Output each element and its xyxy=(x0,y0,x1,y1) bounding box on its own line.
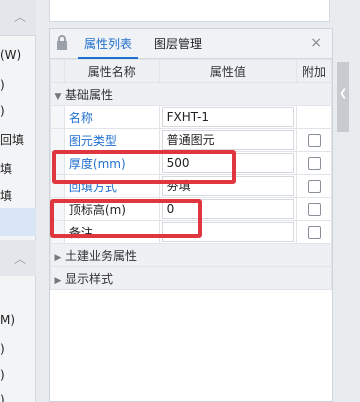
tab-property-list[interactable]: 属性列表 xyxy=(78,29,139,59)
panel-tab-bar: 属性列表 图层管理 × xyxy=(50,29,332,59)
add-checkbox[interactable] xyxy=(307,202,321,216)
property-name[interactable]: 图元类型 xyxy=(65,134,117,148)
left-item[interactable]: (W) xyxy=(0,48,21,62)
group-label: 显示样式 xyxy=(65,271,114,286)
chevron-up-icon: ︿ xyxy=(14,252,27,266)
left-item-selected[interactable] xyxy=(0,208,36,236)
group-basic-properties[interactable]: ▼ 基础属性 xyxy=(50,82,332,106)
left-item[interactable]: ) xyxy=(0,368,5,382)
left-item[interactable]: ) xyxy=(0,393,5,402)
table-row: 名称 FXHT-1 xyxy=(50,105,332,129)
right-edge xyxy=(334,0,360,402)
group-label: 土建业务属性 xyxy=(65,248,138,263)
tab-layer-management[interactable]: 图层管理 xyxy=(148,29,208,59)
property-name[interactable]: 名称 xyxy=(65,111,93,125)
left-collapse-button[interactable]: ︿ xyxy=(0,0,36,36)
left-collapse-button-2[interactable]: ︿ xyxy=(0,240,36,276)
header-value: 属性值 xyxy=(158,59,298,83)
add-checkbox[interactable] xyxy=(307,179,321,193)
highlight-box-thickness xyxy=(52,150,236,184)
left-item[interactable]: ) xyxy=(0,104,5,118)
left-item[interactable]: M) xyxy=(0,313,15,327)
header-add: 附加 xyxy=(296,59,332,83)
group-civil-properties[interactable]: ▶ 土建业务属性 xyxy=(50,243,332,267)
left-panel: ︿ (W) ) ) 回填 填 填 ︿ M) ) ) ) xyxy=(0,0,36,402)
add-checkbox[interactable] xyxy=(307,225,321,239)
table-row: 图元类型 普通图元 xyxy=(50,128,332,152)
side-collapse-handle[interactable]: ❮ xyxy=(337,62,349,132)
group-label: 基础属性 xyxy=(65,87,114,102)
close-icon[interactable]: × xyxy=(310,35,322,51)
pin-icon[interactable] xyxy=(57,35,67,51)
chevron-left-icon: ❮ xyxy=(339,88,348,99)
property-value-input[interactable]: 普通图元 xyxy=(161,130,295,150)
left-item[interactable]: 回填 xyxy=(0,131,24,148)
chevron-up-icon: ︿ xyxy=(14,10,27,24)
left-item[interactable]: 填 xyxy=(0,160,12,177)
left-item[interactable]: 填 xyxy=(0,187,12,204)
triangle-right-icon[interactable]: ▶ xyxy=(52,276,66,286)
triangle-right-icon[interactable]: ▶ xyxy=(52,253,66,263)
grid-header: 属性名称 属性值 附加 xyxy=(50,59,332,83)
triangle-down-icon[interactable]: ▼ xyxy=(52,92,66,102)
app-root: ︿ (W) ) ) 回填 填 填 ︿ M) ) ) ) ❮ 属性列表 图层管理 … xyxy=(0,0,360,402)
header-index xyxy=(50,59,65,83)
header-name: 属性名称 xyxy=(63,59,160,83)
upper-panel-edge xyxy=(49,0,330,22)
add-checkbox[interactable] xyxy=(307,133,321,147)
left-item[interactable]: ) xyxy=(0,78,5,92)
add-checkbox[interactable] xyxy=(307,156,321,170)
splitter[interactable] xyxy=(36,0,49,402)
left-item[interactable]: ) xyxy=(0,342,5,356)
highlight-box-top-elevation xyxy=(50,199,202,238)
group-display-style[interactable]: ▶ 显示样式 xyxy=(50,266,332,290)
property-value-input[interactable]: FXHT-1 xyxy=(161,107,295,127)
